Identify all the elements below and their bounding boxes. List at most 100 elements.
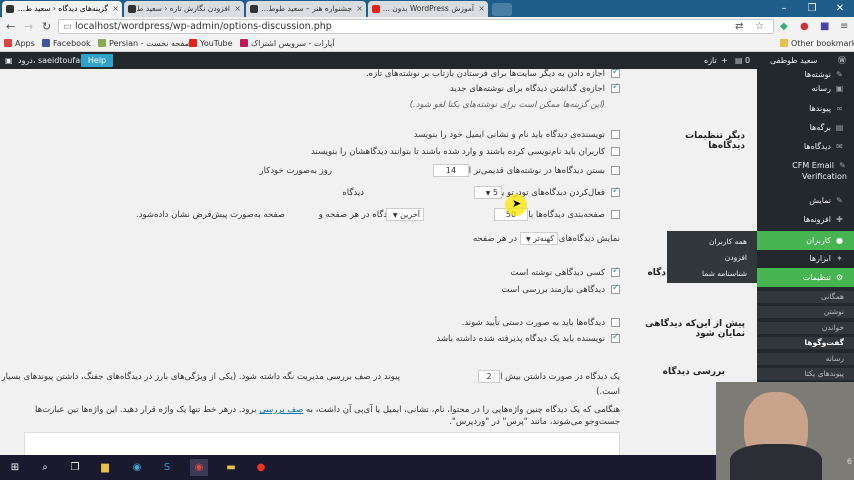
translate-icon[interactable]: ⇄ <box>735 20 743 33</box>
tab-discussion-settings[interactable]: گزینه‌های دیدگاه ‹ سعید ط... × <box>2 1 122 17</box>
star-icon[interactable]: ☆ <box>755 20 764 33</box>
thread-depth-select[interactable]: 5 ▼ <box>474 186 502 199</box>
flyout-all-users[interactable]: همه کاربران <box>667 234 757 250</box>
sidebar-item-comments[interactable]: ✉دیدگاه‌ها <box>757 141 854 153</box>
app-icon[interactable]: ◉ <box>128 459 146 476</box>
close-window-icon[interactable]: ✕ <box>826 0 854 17</box>
sidebar-sub-reading[interactable]: خواندن <box>757 322 854 334</box>
sidebar-item-users[interactable]: ●کاربران <box>757 231 854 250</box>
skype-icon[interactable]: S <box>158 459 176 476</box>
extension-icon[interactable]: ● <box>800 20 809 33</box>
chrome-icon[interactable]: ◉ <box>190 459 208 476</box>
close-comments-checkbox[interactable] <box>611 166 620 175</box>
sidebar-item-tools[interactable]: ✦ابزارها <box>757 253 854 265</box>
presenter-shirt <box>730 444 822 480</box>
close-tab-icon[interactable]: × <box>112 1 119 17</box>
help-button[interactable]: Help <box>81 54 113 67</box>
sidebar-item-links[interactable]: ∞پیوندها <box>757 103 854 115</box>
registered-only-checkbox[interactable] <box>611 147 620 156</box>
dropdown-arrow-icon: ▼ <box>525 236 531 243</box>
bookmark-facebook[interactable]: Facebook <box>42 36 91 51</box>
display-order-prefix: نمایش دیدگاه‌های <box>558 234 620 244</box>
account-greeting[interactable]: درود، saeidtoufani <box>18 52 87 69</box>
bookmark-other[interactable]: Other bookmarks <box>780 36 854 51</box>
reload-icon[interactable]: ↻ <box>42 19 51 34</box>
windows-start-icon[interactable]: ⊞ <box>6 459 24 476</box>
moderation-heading: بررسی دیدگاه <box>662 367 725 377</box>
extension-icon[interactable]: ◆ <box>780 20 788 33</box>
tab-art-festival[interactable]: جشنواره هنر – سعید طوط... × <box>246 1 366 17</box>
threaded-comments-suffix: دیدگاه <box>342 188 364 198</box>
browser-tab-strip: گزینه‌های دیدگاه ‹ سعید ط... × افزودن نگ… <box>0 0 854 17</box>
extension-icon[interactable]: ■ <box>820 20 829 33</box>
back-icon[interactable]: ← <box>6 19 15 34</box>
tab-add-post[interactable]: افزودن نگارش تازه ‹ سعید ط... × <box>124 1 244 17</box>
sidebar-item-appearance[interactable]: ✎نمایش <box>757 195 854 207</box>
paginate-checkbox[interactable] <box>611 210 620 219</box>
wordpress-logo-icon[interactable]: Ⓦ <box>838 52 846 69</box>
sidebar-item-settings[interactable]: ⚙تنظیمات <box>757 268 854 287</box>
close-tab-icon[interactable]: × <box>356 1 363 17</box>
apps-icon <box>4 39 12 47</box>
task-view-icon[interactable]: ❐ <box>66 459 84 476</box>
sidebar-item-plugins[interactable]: ✚افزونه‌ها <box>757 214 854 226</box>
menu-icon[interactable]: ≡ <box>840 20 848 33</box>
email-me-heading: دگاه <box>647 268 666 278</box>
new-tab-button[interactable] <box>492 3 512 16</box>
max-links-input[interactable]: 2 <box>478 370 500 383</box>
sidebar-sub-general[interactable]: همگانی <box>757 291 854 303</box>
moderation-queue-link[interactable]: صف بررسی <box>259 405 303 415</box>
comment-count[interactable]: 0 <box>745 52 750 69</box>
email-new-comment-checkbox[interactable] <box>611 266 620 277</box>
threaded-comments-checkbox[interactable] <box>611 186 620 197</box>
close-days-input[interactable]: 14 <box>433 164 469 177</box>
comment-icon[interactable]: ▤ <box>735 52 743 69</box>
bookmark-aparat[interactable]: آپارات - سرویس اشتراک <box>240 36 335 51</box>
pingback-checkbox[interactable] <box>611 69 620 78</box>
comment-order-select[interactable]: کهنه‌تر ▼ <box>520 232 558 245</box>
bookmark-youtube[interactable]: YouTube <box>189 36 233 51</box>
avatar[interactable]: ▣ <box>5 52 13 69</box>
require-name-email-checkbox[interactable] <box>611 130 620 139</box>
tab-wordpress-tutorial[interactable]: آموزش WordPress بدون ... × <box>368 1 488 17</box>
flyout-add-new[interactable]: افزودن <box>667 250 757 266</box>
registered-only-label: کاربران باید نام‌نویسی کرده باشند و وارد… <box>311 147 605 157</box>
minimize-icon[interactable]: – <box>770 0 798 17</box>
default-page-select[interactable]: آخرین ▼ <box>386 208 424 221</box>
sidebar-sub-media[interactable]: رسانه <box>757 353 854 365</box>
allow-comments-checkbox[interactable] <box>611 82 620 93</box>
link-icon: ∞ <box>836 104 843 113</box>
close-tab-icon[interactable]: × <box>478 1 485 17</box>
sidebar-sub-discussion[interactable]: گفت‌وگوها <box>757 337 854 349</box>
email-moderation-checkbox[interactable] <box>611 283 620 294</box>
app-icon[interactable]: ▬ <box>222 459 240 476</box>
previous-approved-checkbox[interactable] <box>611 332 620 343</box>
sidebar-sub-permalinks[interactable]: پیوندهای یکتا <box>757 368 854 380</box>
flyout-your-profile[interactable]: شناسنامه شما <box>667 266 757 282</box>
sidebar-sub-writing[interactable]: نوشتن <box>757 306 854 318</box>
forward-icon[interactable]: → <box>24 19 33 34</box>
sidebar-item-cfm-email[interactable]: ✎CFM Email Verification <box>762 160 852 182</box>
user-icon: ● <box>836 236 843 245</box>
sidebar-item-posts[interactable]: ✎نوشته‌ها <box>757 69 854 81</box>
moderation-keys-textarea[interactable] <box>24 432 620 455</box>
close-comments-suffix: روز به‌صورت خودکار <box>259 166 332 176</box>
file-explorer-icon[interactable]: ▆ <box>96 459 114 476</box>
sidebar-item-pages[interactable]: ▤برگه‌ها <box>757 122 854 134</box>
webcam-overlay: 6 <box>716 382 854 480</box>
manual-approve-checkbox[interactable] <box>611 318 620 327</box>
wp-admin-bar: ▣ درود، saeidtoufani ▤ 0 + تازه سعید طوط… <box>0 52 854 69</box>
bookmark-apps[interactable]: Apps <box>4 36 35 51</box>
search-icon[interactable]: ⌕ <box>36 459 54 476</box>
new-content-link[interactable]: تازه <box>704 52 717 69</box>
record-icon[interactable]: ● <box>252 459 270 476</box>
close-tab-icon[interactable]: × <box>234 1 241 17</box>
require-name-email-label: نویسنده‌ی دیدگاه باید نام و نشانی ایمیل … <box>413 130 605 140</box>
url-input[interactable]: ▭ localhost/wordpress/wp-admin/options-di… <box>58 19 774 34</box>
site-name-link[interactable]: سعید طوطفی <box>770 52 817 69</box>
bookmark-persian[interactable]: Persian - صفحه نخست <box>98 36 191 51</box>
before-appears-heading: پیش از این‌که دیدگاهی نمایان شود <box>645 319 745 339</box>
sidebar-item-media[interactable]: ▣رسانه <box>757 83 854 95</box>
maximize-icon[interactable]: ❐ <box>798 0 826 17</box>
plus-icon[interactable]: + <box>721 52 728 69</box>
